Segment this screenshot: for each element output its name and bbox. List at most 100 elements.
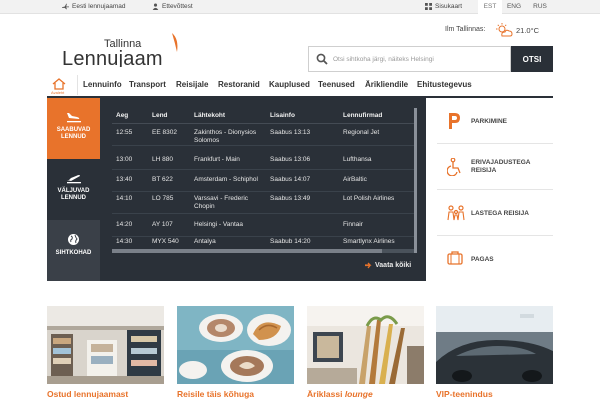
cell-info: Saabus 14:07 [270,176,311,183]
search-button[interactable]: OTSI [511,46,553,72]
nav-item-shops[interactable]: Kauplused [269,80,310,89]
table-row[interactable]: 14:10 LO 785 Varssavi - Frederic Chopin … [112,192,414,214]
nav-item-services[interactable]: Teenused [318,80,355,89]
nav-item-restaurants[interactable]: Restoranid [218,80,260,89]
service-family[interactable]: LASTEGA REISIJA [437,190,553,236]
cell-airline: Lot Polish Airlines [343,195,395,202]
column-header-airline: Lennufirmad [343,112,383,119]
business-link[interactable]: Ettevõttest [152,3,193,10]
tab-departures-label: VÄLJUVAD LENNUD [57,188,90,201]
nav-item-flight-info[interactable]: Lennuinfo [83,80,122,89]
cell-airline: Finnair [343,221,363,228]
card-title-lounge-em: lounge [344,389,373,399]
service-list: PARKIMINE ERIVAJADUSTEGA REISIJA LASTEGA… [437,98,553,281]
coffee-croissant-image [177,306,294,384]
cell-flight: EE 8302 [152,129,177,136]
service-luggage[interactable]: PAGAS [437,236,553,282]
horizontal-scrollbar[interactable] [112,249,414,253]
search-input[interactable] [333,47,509,71]
flight-tabs: SAABUVAD LENNUD VÄLJUVAD LENNUD SIHTKOHA… [47,98,100,281]
tab-departures[interactable]: VÄLJUVAD LENNUD [47,159,100,220]
service-label: PAGAS [471,256,494,263]
cell-flight: AY 107 [152,221,173,228]
nav-item-transport[interactable]: Transport [129,80,166,89]
vertical-scrollbar-thumb[interactable] [414,108,417,253]
table-row[interactable]: 13:40 BT 622 Amsterdam - Schiphol Saabus… [112,170,414,192]
home-icon[interactable] [52,78,66,90]
card-vip-image[interactable] [436,306,553,384]
plane-landing-icon [66,113,81,123]
cell-time: 14:20 [116,221,133,228]
table-row[interactable]: 14:20 AY 107 Helsingi - Vantaa Finnair [112,215,414,237]
cell-airline: Smartlynx Airlines [343,238,395,245]
sun-cloud-icon [496,23,513,37]
nav-item-construction[interactable]: Ehitustegevus [417,80,472,89]
column-header-info: Lisainfo [270,112,295,119]
cell-time: 13:40 [116,176,133,183]
table-row[interactable]: 13:00 LH 880 Frankfurt - Main Saabus 13:… [112,148,414,170]
cell-info: Saabus 13:13 [270,129,311,136]
nav-item-for-passengers[interactable]: Reisijale [176,80,208,89]
home-label: Avaleht [51,90,65,95]
cell-origin: Frankfurt - Main [194,156,240,163]
sitemap-icon [425,3,432,10]
person-icon [152,3,159,10]
card-food-image[interactable] [177,306,294,384]
cell-info: Saabus 13:06 [270,156,311,163]
card-title-food[interactable]: Reisile täis kõhuga [177,389,254,399]
nav-item-business-clients[interactable]: Ärikliendile [365,80,408,89]
cell-origin: Amsterdam - Schiphol [194,176,258,183]
service-label: ERIVAJADUSTEGA REISIJA [471,159,531,174]
view-all-label: Vaata kõiki [375,262,412,269]
sitemap-label: Sisukaart [435,3,463,10]
family-icon [447,205,465,221]
service-parking[interactable]: PARKIMINE [437,98,553,144]
top-utility-bar: Eesti lennujaamad Ettevõttest Sisukaart … [0,0,600,14]
cell-flight: LH 880 [152,156,173,163]
column-header-time: Aeg [116,112,129,119]
cell-flight: LO 785 [152,195,174,202]
main-nav: Avaleht Lennuinfo Transport Reisijale Re… [47,73,553,98]
logo-line-2: Lennujaam [62,48,163,67]
card-title-vip[interactable]: VIP-teenindus [436,389,493,399]
service-label: PARKIMINE [471,118,507,125]
sitemap-link[interactable]: Sisukaart [425,3,462,10]
tab-destinations-label: SIHTKOHAD [55,250,92,256]
tab-arrivals-label: SAABUVAD LENNUD [56,127,91,140]
luggage-icon [447,251,463,265]
tab-destinations[interactable]: SIHTKOHAD [47,220,100,281]
vertical-scrollbar[interactable] [414,108,417,253]
card-title-lounge-text: Äriklassi [307,389,345,399]
table-row[interactable]: 12:55 EE 8302 Zakinthos - Dionysios Solo… [112,124,414,146]
cell-origin: Zakinthos - Dionysios Solomos [194,129,257,144]
tab-arrivals[interactable]: SAABUVAD LENNUD [47,98,100,159]
table-row[interactable]: 14:30 MYX 540 Antalya Saabub 14:20 Smart… [112,236,414,258]
arrow-right-icon [365,262,372,269]
cell-flight: BT 622 [152,176,173,183]
card-title-lounge[interactable]: Äriklassi lounge [307,389,373,399]
cell-info: Saabub 14:20 [270,238,311,245]
globe-icon [68,234,79,245]
plane-icon [62,3,69,10]
card-title-shopping[interactable]: Ostud lennujaamast [47,389,128,399]
cell-time: 12:55 [116,129,133,136]
wheelchair-icon [447,158,461,176]
column-header-flight: Lend [152,112,168,119]
horizontal-scrollbar-thumb[interactable] [112,249,382,253]
cell-time: 14:30 [116,238,133,245]
view-all-link[interactable]: Vaata kõiki [365,262,411,269]
cell-origin: Antalya [194,238,216,245]
cell-airline: Lufthansa [343,156,372,163]
lang-est[interactable]: EST [478,0,502,14]
cell-origin: Helsingi - Vantaa [194,221,244,228]
lang-rus[interactable]: RUS [528,0,552,14]
card-shopping-image[interactable] [47,306,164,384]
service-special-needs[interactable]: ERIVAJADUSTEGA REISIJA [437,144,553,190]
lounge-interior-image [307,306,424,384]
lang-eng[interactable]: ENG [502,0,526,14]
cell-info: Saabus 13:49 [270,195,311,202]
plane-takeoff-icon [66,175,81,184]
logo-flame-icon [172,33,178,52]
estonian-airports-link[interactable]: Eesti lennujaamad [62,3,125,10]
card-lounge-image[interactable] [307,306,424,384]
